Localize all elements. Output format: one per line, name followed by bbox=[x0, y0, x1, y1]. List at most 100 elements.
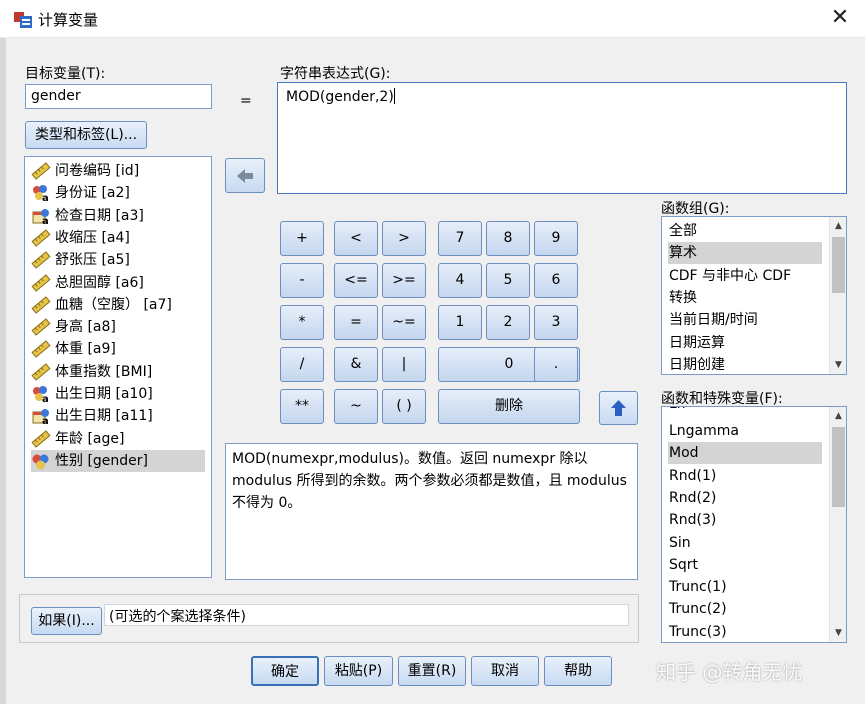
svg-text:a: a bbox=[42, 216, 49, 225]
paste-button[interactable]: 粘贴(P) bbox=[324, 656, 393, 686]
variable-list[interactable]: 问卷编码 [id] a 身份证 [a2] a 检查日期 [a3] 收缩压 [a4] 舒张压 … bbox=[24, 156, 212, 578]
function-group-item[interactable]: 日期创建 bbox=[668, 354, 822, 374]
variable-item[interactable]: a 出生日期 [a11] bbox=[31, 405, 205, 427]
function-item[interactable]: Trunc(2) bbox=[668, 598, 822, 620]
variable-item[interactable]: a 身份证 [a2] bbox=[31, 182, 205, 204]
function-item[interactable]: Rnd(2) bbox=[668, 487, 822, 509]
if-button[interactable]: 如果(I)... bbox=[31, 607, 102, 635]
variable-label: 舒张压 [a5] bbox=[55, 252, 130, 269]
function-item[interactable]: Mod bbox=[668, 442, 822, 465]
keypad-key[interactable]: 3 bbox=[534, 305, 578, 340]
function-group-item[interactable]: 全部 bbox=[668, 220, 822, 242]
variable-item[interactable]: a 出生日期 [a10] bbox=[31, 383, 205, 405]
scroll-up-icon[interactable]: ▲ bbox=[831, 408, 846, 424]
expression-textarea[interactable]: MOD(gender,2) bbox=[277, 82, 847, 194]
keypad-key[interactable]: > bbox=[382, 221, 426, 256]
keypad-key[interactable]: + bbox=[280, 221, 324, 256]
keypad-key[interactable]: = bbox=[334, 305, 378, 340]
keypad-key[interactable]: . bbox=[534, 347, 578, 382]
date-icon: a bbox=[31, 407, 51, 427]
scrollbar-thumb[interactable] bbox=[832, 237, 845, 293]
function-item[interactable]: Trunc(1) bbox=[668, 576, 822, 598]
ruler-icon bbox=[31, 162, 51, 180]
svg-text:a: a bbox=[42, 416, 49, 425]
function-group-item[interactable]: CDF 与非中心 CDF bbox=[668, 265, 822, 287]
function-item[interactable]: Rnd(3) bbox=[668, 509, 822, 531]
function-group-item[interactable]: 算术 bbox=[668, 242, 822, 265]
variable-item[interactable]: 总胆固醇 [a6] bbox=[31, 272, 205, 294]
function-group-item[interactable]: 转换 bbox=[668, 287, 822, 309]
help-button[interactable]: 帮助 bbox=[544, 656, 612, 686]
functions-scrollbar[interactable]: ▲ ▼ bbox=[829, 407, 846, 642]
variable-item[interactable]: 身高 [a8] bbox=[31, 316, 205, 338]
keypad-key[interactable]: 6 bbox=[534, 263, 578, 298]
scrollbar-thumb[interactable] bbox=[832, 427, 845, 507]
function-group-label: 函数组(G): bbox=[661, 201, 730, 217]
function-item[interactable]: Trunc(3) bbox=[668, 621, 822, 642]
keypad-key[interactable]: & bbox=[334, 347, 378, 382]
keypad-key[interactable]: 4 bbox=[438, 263, 482, 298]
function-group-list[interactable]: 日期创建 日期运算 当前日期/时间 转换 CDF 与非中心 CDF 算术 全部 ▲ ▼ bbox=[661, 216, 847, 375]
keypad-key[interactable]: ( ) bbox=[382, 389, 426, 424]
keypad-key[interactable]: 删除 bbox=[438, 389, 580, 424]
variable-label: 出生日期 [a10] bbox=[55, 386, 153, 402]
expression-label: 字符串表达式(G): bbox=[280, 66, 391, 82]
variable-label: 性别 [gender] bbox=[55, 452, 149, 469]
svg-text:a: a bbox=[42, 193, 49, 202]
insert-function-button[interactable] bbox=[599, 391, 638, 425]
ok-button[interactable]: 确定 bbox=[251, 656, 319, 686]
keypad-key[interactable]: / bbox=[280, 347, 324, 382]
type-and-label-button[interactable]: 类型和标签(L)... bbox=[25, 121, 147, 149]
keypad-key[interactable]: ~ bbox=[334, 389, 378, 424]
variable-item[interactable]: 体重 [a9] bbox=[31, 338, 205, 360]
keypad-key[interactable]: 2 bbox=[486, 305, 530, 340]
nominal-icon bbox=[31, 452, 51, 470]
nominal-a-icon: a bbox=[31, 184, 51, 204]
function-group-item[interactable]: 日期运算 bbox=[668, 332, 822, 354]
variable-label: 身份证 [a2] bbox=[55, 185, 130, 202]
target-variable-input[interactable]: gender bbox=[25, 84, 212, 109]
keypad-key[interactable]: 5 bbox=[486, 263, 530, 298]
equals-sign: = bbox=[240, 93, 252, 109]
variable-item[interactable]: 血糖（空腹） [a7] bbox=[31, 294, 205, 316]
keypad-key[interactable]: < bbox=[334, 221, 378, 256]
function-item-partial[interactable]: Ln bbox=[668, 407, 822, 415]
scroll-up-icon[interactable]: ▲ bbox=[831, 218, 846, 234]
keypad-key[interactable]: ~= bbox=[382, 305, 426, 340]
variable-item[interactable]: a 检查日期 [a3] bbox=[31, 205, 205, 227]
functions-list[interactable]: Trunc(3) Trunc(2) Trunc(1) Sqrt Sin Rnd(3) Rnd… bbox=[661, 406, 847, 643]
function-item[interactable]: Sin bbox=[668, 532, 822, 554]
scroll-down-icon[interactable]: ▼ bbox=[831, 625, 846, 641]
keypad-key[interactable]: <= bbox=[334, 263, 378, 298]
keypad-key[interactable]: | bbox=[382, 347, 426, 382]
keypad-key[interactable]: - bbox=[280, 263, 324, 298]
variable-item[interactable]: 年龄 [age] bbox=[31, 428, 205, 450]
variable-item[interactable]: 性别 [gender] bbox=[31, 449, 205, 472]
variable-item[interactable]: 收缩压 [a4] bbox=[31, 227, 205, 249]
variable-label: 问卷编码 [id] bbox=[55, 163, 140, 179]
close-icon[interactable]: ✕ bbox=[820, 2, 860, 36]
cancel-button[interactable]: 取消 bbox=[471, 656, 539, 686]
keypad-key[interactable]: ** bbox=[280, 389, 324, 424]
function-item[interactable]: Sqrt bbox=[668, 554, 822, 576]
keypad-key[interactable]: >= bbox=[382, 263, 426, 298]
variable-item[interactable]: 问卷编码 [id] bbox=[31, 160, 205, 182]
function-item[interactable]: Rnd(1) bbox=[668, 465, 822, 487]
ruler-icon bbox=[31, 296, 51, 314]
scroll-down-icon[interactable]: ▼ bbox=[831, 357, 846, 373]
variable-item[interactable]: 舒张压 [a5] bbox=[31, 249, 205, 271]
text-cursor bbox=[393, 88, 395, 104]
keypad-key[interactable]: 1 bbox=[438, 305, 482, 340]
keypad-key[interactable]: * bbox=[280, 305, 324, 340]
move-variable-button[interactable] bbox=[225, 158, 265, 193]
keypad-key[interactable]: 9 bbox=[534, 221, 578, 256]
keypad-key[interactable]: 8 bbox=[486, 221, 530, 256]
function-group-item[interactable]: 当前日期/时间 bbox=[668, 309, 822, 331]
keypad-key[interactable]: 7 bbox=[438, 221, 482, 256]
window-title: 计算变量 bbox=[38, 11, 99, 29]
variable-item[interactable]: 体重指数 [BMI] bbox=[31, 361, 205, 383]
function-item[interactable]: Lngamma bbox=[668, 420, 822, 442]
function-group-scrollbar[interactable]: ▲ ▼ bbox=[829, 217, 846, 374]
reset-button[interactable]: 重置(R) bbox=[398, 656, 466, 686]
functions-label: 函数和特殊变量(F): bbox=[661, 391, 783, 407]
